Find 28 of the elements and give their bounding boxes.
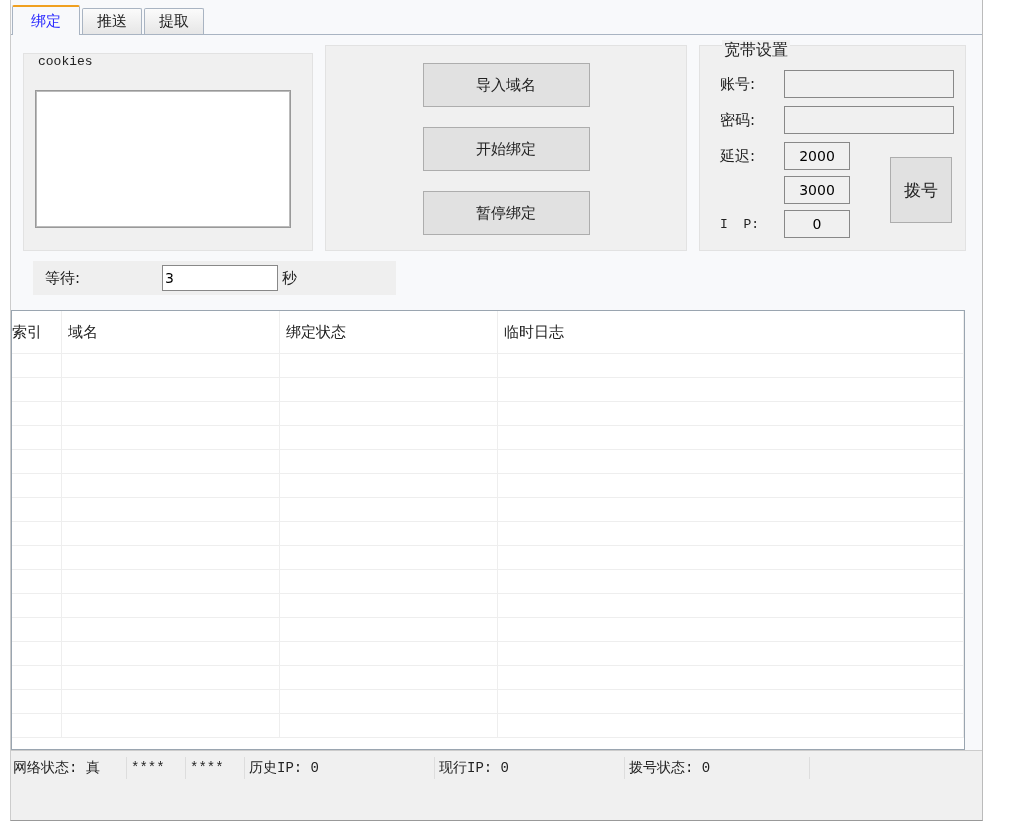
account-field[interactable] [784, 70, 954, 98]
password-label: 密码: [720, 110, 757, 130]
tab[interactable]: 推送 [82, 8, 142, 34]
column-header[interactable]: 索引 [12, 311, 62, 353]
dial-button[interactable]: 拨号 [890, 157, 952, 223]
status-item: 历史IP: 0 [245, 757, 435, 779]
group-title: 宽带设置 [722, 40, 790, 61]
account-label: 账号: [720, 74, 757, 94]
tab[interactable]: 绑定 [12, 5, 80, 35]
status-item: **** [127, 757, 186, 779]
ip-label: I P: [720, 216, 760, 232]
cookies-field[interactable] [35, 90, 291, 228]
action-button[interactable]: 开始绑定 [422, 127, 590, 171]
ip-field[interactable]: 0 [784, 210, 850, 238]
password-field[interactable] [784, 106, 954, 134]
delay-field[interactable]: 2000 [784, 142, 850, 170]
wait-field[interactable]: 3 [162, 265, 278, 291]
tab[interactable]: 提取 [144, 8, 204, 34]
status-item: 现行IP: 0 [435, 757, 625, 779]
delay-field[interactable]: 3000 [784, 176, 850, 204]
delay-label: 延迟: [720, 146, 757, 166]
action-button[interactable]: 暂停绑定 [422, 191, 590, 235]
wait-label: 等待: [44, 268, 82, 288]
status-item: 网络状态: 真 [11, 757, 127, 779]
status-item: 拨号状态: 0 [625, 757, 810, 779]
seconds-label: 秒 [281, 268, 297, 288]
status-item: **** [186, 757, 245, 779]
action-button[interactable]: 导入域名 [422, 63, 590, 107]
